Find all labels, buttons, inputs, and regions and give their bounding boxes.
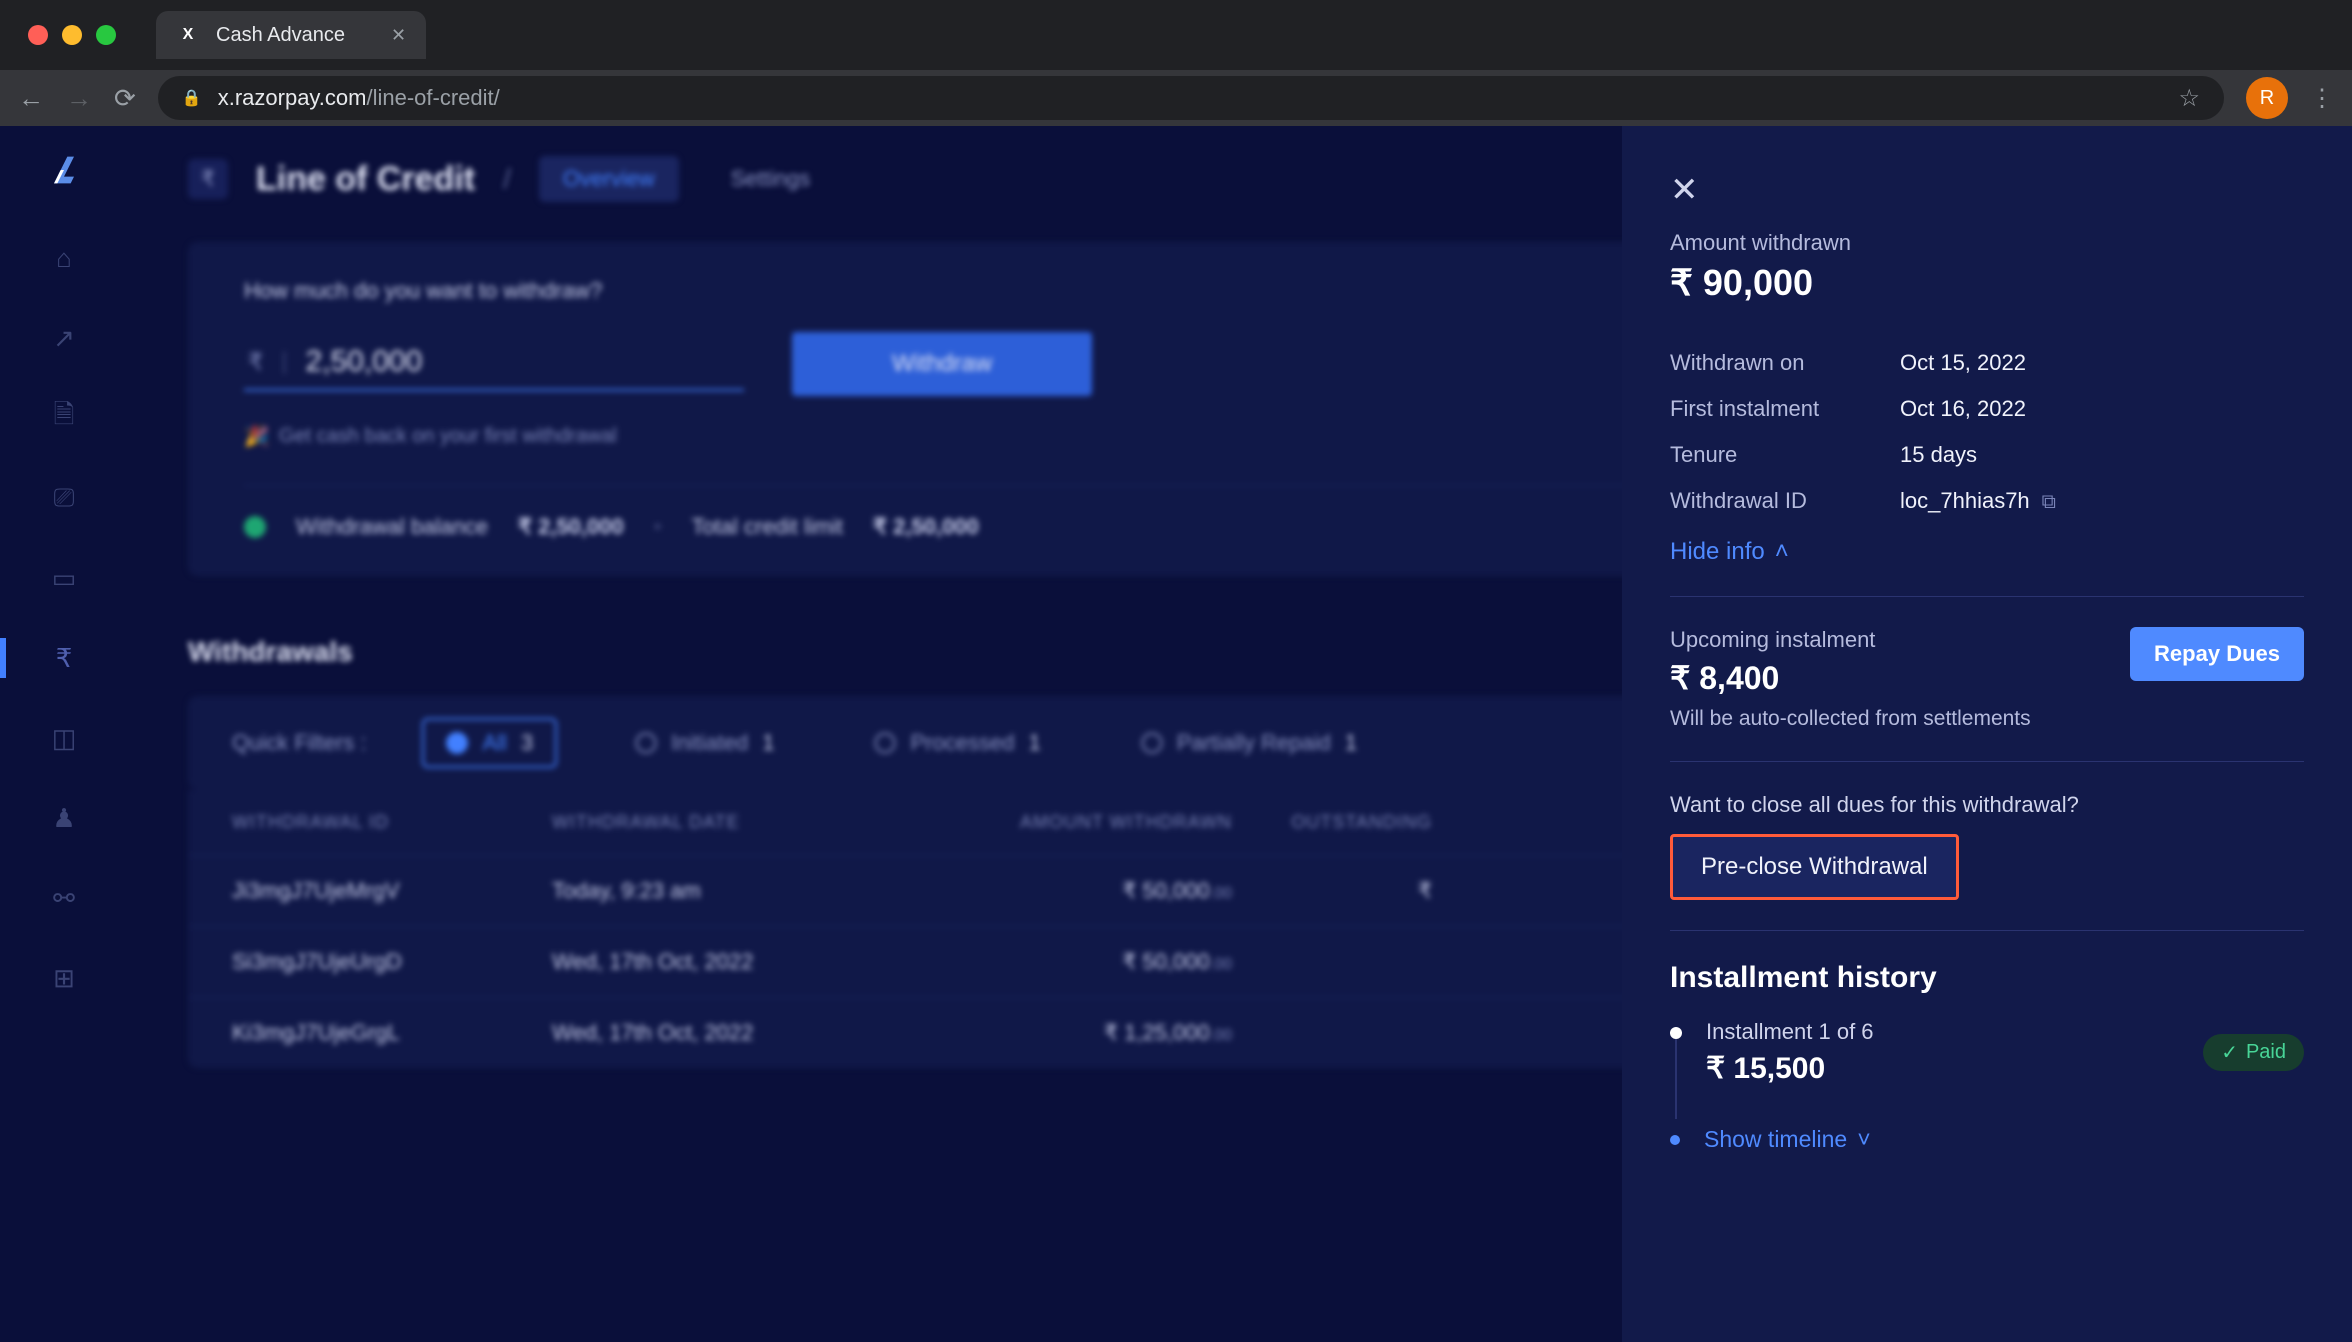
profile-avatar[interactable]: R xyxy=(2246,77,2288,119)
chevron-down-icon: ˅ xyxy=(1857,1126,1870,1153)
check-icon: ✓ xyxy=(2221,1040,2238,1065)
tab-overview[interactable]: Overview xyxy=(539,156,679,202)
apps-icon[interactable]: ⊞ xyxy=(48,962,80,994)
filter-processed[interactable]: Processed1 xyxy=(852,720,1062,766)
amount-withdrawn-value: ₹ 90,000 xyxy=(1670,262,2304,304)
preclose-withdrawal-button[interactable]: Pre-close Withdrawal xyxy=(1670,834,1959,900)
maximize-window-icon[interactable] xyxy=(96,25,116,45)
paid-badge: ✓Paid xyxy=(2203,1034,2304,1071)
window-controls[interactable] xyxy=(16,25,128,45)
filter-all[interactable]: All3 xyxy=(422,718,557,768)
rupee-icon[interactable]: ₹ xyxy=(48,642,80,674)
link-icon[interactable]: ⚯ xyxy=(48,882,80,914)
party-icon: 🎉 xyxy=(244,424,269,449)
favicon-icon: X xyxy=(176,23,200,47)
tab-title: Cash Advance xyxy=(216,24,345,47)
installment-item: Installment 1 of 6 ₹ 15,500 ✓Paid xyxy=(1670,1019,2304,1086)
page-icon: ₹ xyxy=(188,159,228,199)
logo-icon[interactable] xyxy=(40,146,88,194)
home-icon[interactable]: ⌂ xyxy=(48,242,80,274)
status-dot-icon xyxy=(244,516,266,538)
show-timeline-toggle[interactable]: Show timeline˅ xyxy=(1704,1126,1871,1153)
card-icon[interactable]: ▭ xyxy=(48,562,80,594)
rupee-symbol: ₹ xyxy=(248,348,263,377)
url-text: x.razorpay.com/line-of-credit/ xyxy=(218,85,500,111)
amount-input[interactable]: ₹ | 2,50,000 xyxy=(244,337,744,391)
upcoming-amount: ₹ 8,400 xyxy=(1670,659,1875,697)
report-icon[interactable]: ◫ xyxy=(48,722,80,754)
browser-menu-icon[interactable]: ⋮ xyxy=(2310,84,2334,113)
col-date: WITHDRAWAL DATE xyxy=(552,812,912,833)
withdraw-button[interactable]: Withdraw xyxy=(792,332,1092,396)
user-icon[interactable]: ⎚ xyxy=(48,482,80,514)
cashback-note: 🎉 Get cash back on your first withdrawal xyxy=(244,424,1836,449)
address-bar[interactable]: 🔒 x.razorpay.com/line-of-credit/ ☆ xyxy=(158,76,2224,120)
close-tab-icon[interactable]: ✕ xyxy=(391,25,406,46)
sidebar: ⌂ ↗ 🗎 ⎚ ▭ ₹ ◫ ♟ ⚯ ⊞ xyxy=(0,126,128,1342)
installment-history-title: Installment history xyxy=(1670,961,2304,995)
col-amount: AMOUNT WITHDRAWN xyxy=(912,812,1232,833)
detail-drawer: ✕ Amount withdrawn ₹ 90,000 Withdrawn on… xyxy=(1622,126,2352,1342)
filter-partial[interactable]: Partially Repaid1 xyxy=(1119,720,1379,766)
copy-icon[interactable]: ⧉ xyxy=(2042,491,2056,513)
withdraw-question: How much do you want to withdraw? xyxy=(244,278,1836,304)
bookmark-icon[interactable]: ☆ xyxy=(2178,84,2200,113)
transfer-icon[interactable]: ↗ xyxy=(48,322,80,354)
browser-tab[interactable]: X Cash Advance ✕ xyxy=(156,11,426,59)
timeline-dot-icon xyxy=(1670,1027,1682,1039)
document-icon[interactable]: 🗎 xyxy=(48,402,80,434)
timeline-dot-icon xyxy=(1670,1135,1680,1145)
reload-icon[interactable]: ⟳ xyxy=(114,83,136,114)
col-id: WITHDRAWAL ID xyxy=(232,812,552,833)
amount-withdrawn-label: Amount withdrawn xyxy=(1670,230,2304,256)
repay-dues-button[interactable]: Repay Dues xyxy=(2130,627,2304,681)
hide-info-toggle[interactable]: Hide info˄ xyxy=(1670,538,2304,566)
person-icon[interactable]: ♟ xyxy=(48,802,80,834)
chevron-up-icon: ˄ xyxy=(1775,538,1789,566)
forward-icon[interactable]: → xyxy=(66,83,92,114)
minimize-window-icon[interactable] xyxy=(62,25,82,45)
breadcrumb-separator: / xyxy=(503,163,511,195)
auto-collect-note: Will be auto-collected from settlements xyxy=(1670,707,2304,731)
tab-settings[interactable]: Settings xyxy=(707,156,835,202)
page-title: Line of Credit xyxy=(256,160,475,199)
filter-initiated[interactable]: Initiated1 xyxy=(613,720,796,766)
col-outstanding: OUTSTANDING xyxy=(1232,812,1432,833)
lock-icon: 🔒 xyxy=(182,88,202,108)
preclose-question: Want to close all dues for this withdraw… xyxy=(1670,792,2304,818)
back-icon[interactable]: ← xyxy=(18,83,44,114)
close-window-icon[interactable] xyxy=(28,25,48,45)
amount-value: 2,50,000 xyxy=(306,345,423,379)
close-drawer-icon[interactable]: ✕ xyxy=(1670,170,2304,210)
